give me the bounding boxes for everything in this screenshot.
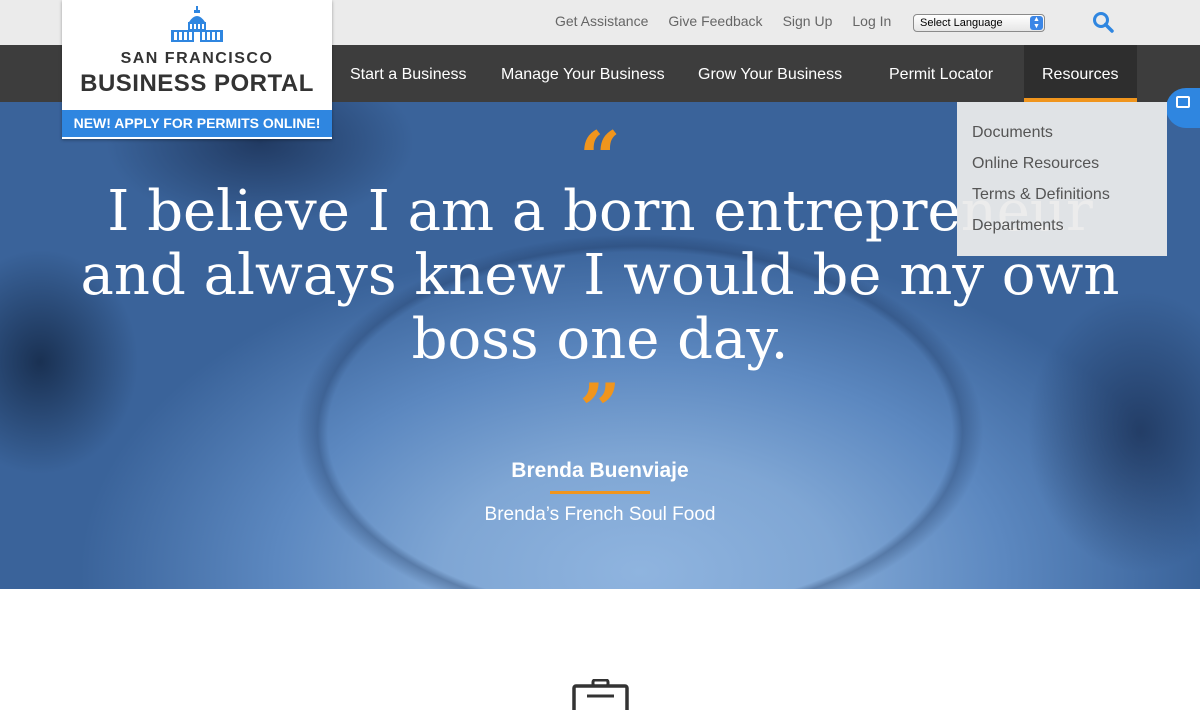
nav-grow-your-business[interactable]: Grow Your Business [698,45,842,102]
nav-permit-locator[interactable]: Permit Locator [889,45,993,102]
close-quote-icon: ” [579,367,621,452]
select-arrows-icon: ▲ ▼ [1030,16,1043,30]
apply-permits-banner[interactable]: NEW! APPLY FOR PERMITS ONLINE! [62,110,332,137]
dropdown-item-online-resources[interactable]: Online Resources [972,155,1099,173]
language-select-label: Select Language [920,17,1003,29]
side-feedback-tab[interactable] [1166,88,1200,128]
nav-resources[interactable]: Resources [1024,45,1137,102]
testimonial-author: Brenda Buenviaje [511,459,689,482]
folder-icon [1176,96,1190,108]
get-assistance-link[interactable]: Get Assistance [555,13,648,29]
testimonial-business: Brenda’s French Soul Food [484,504,716,525]
utility-links: Get Assistance Give Feedback Sign Up Log… [555,13,891,29]
language-select[interactable]: Select Language ▲ ▼ [913,14,1045,32]
dropdown-item-documents[interactable]: Documents [972,124,1053,142]
site-logo[interactable]: SAN FRANCISCO BUSINESS PORTAL NEW! APPLY… [62,0,332,139]
nav-start-a-business[interactable]: Start a Business [350,45,467,102]
search-icon[interactable] [1092,11,1114,33]
give-feedback-link[interactable]: Give Feedback [668,13,762,29]
nav-manage-your-business[interactable]: Manage Your Business [501,45,665,102]
dropdown-item-terms-definitions[interactable]: Terms & Definitions [972,186,1110,204]
sign-up-link[interactable]: Sign Up [783,13,833,29]
resources-dropdown: Documents Online Resources Terms & Defin… [957,102,1167,256]
author-divider [550,491,650,494]
capitol-building-icon [171,6,223,42]
logo-line-2: BUSINESS PORTAL [80,70,314,97]
log-in-link[interactable]: Log In [852,13,891,29]
dropdown-item-departments[interactable]: Departments [972,217,1064,235]
logo-line-1: SAN FRANCISCO [120,50,274,67]
clipboard-icon [572,679,629,710]
